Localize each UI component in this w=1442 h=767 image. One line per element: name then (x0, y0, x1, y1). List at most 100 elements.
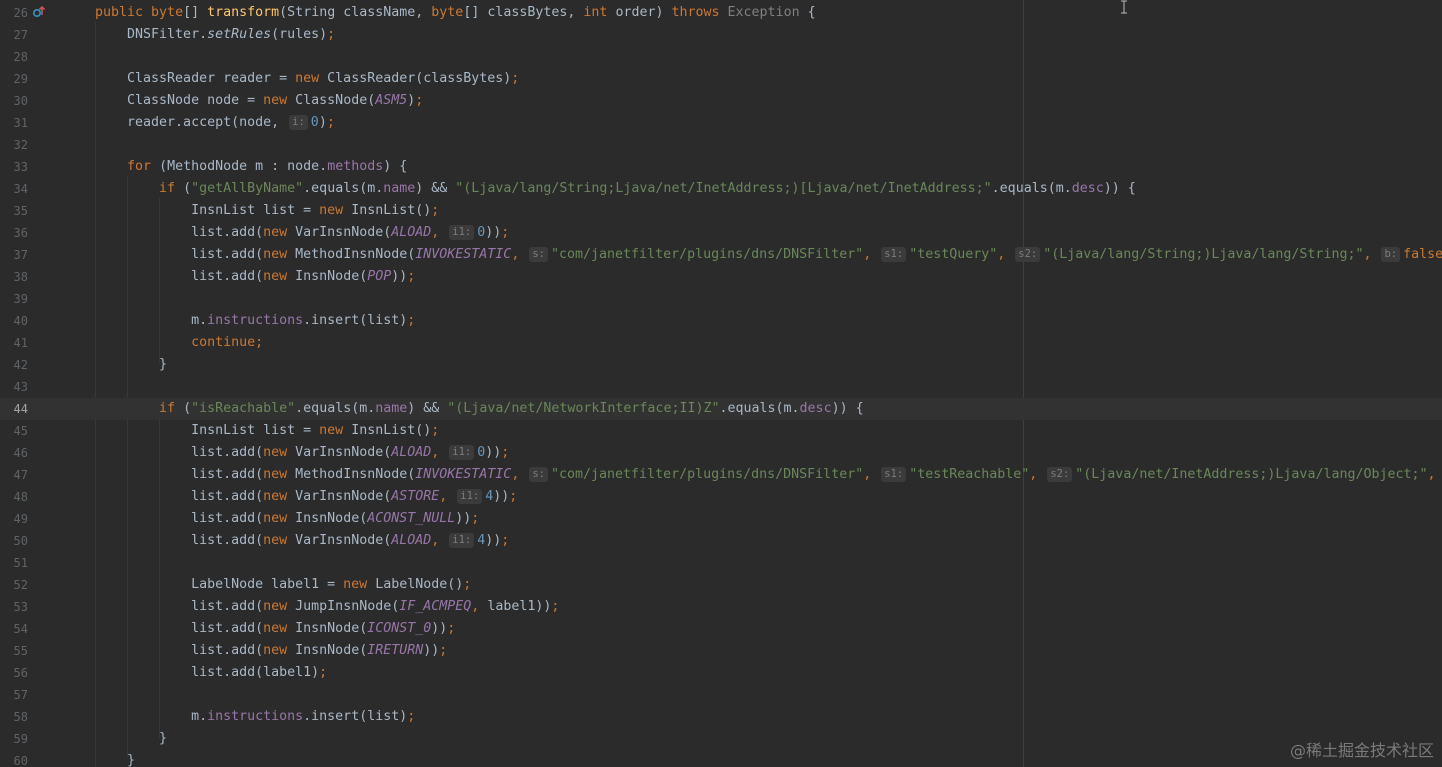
code-text[interactable]: m.instructions.insert(list); (95, 310, 415, 332)
code-line[interactable]: 33 for (MethodNode m : node.methods) { (0, 156, 1442, 178)
code-line[interactable]: 39 (0, 288, 1442, 310)
code-line[interactable]: 29 ClassReader reader = new ClassReader(… (0, 68, 1442, 90)
code-line[interactable]: 32 (0, 134, 1442, 156)
code-line[interactable]: 26 public byte[] transform(String classNa… (0, 2, 1442, 24)
line-number[interactable]: 41 (0, 332, 28, 354)
code-text[interactable]: list.add(new VarInsnNode(ALOAD, i1: 0)); (95, 222, 509, 244)
code-line[interactable]: 38 list.add(new InsnNode(POP)); (0, 266, 1442, 288)
code-line[interactable]: 35 InsnList list = new InsnList(); (0, 200, 1442, 222)
code-line[interactable]: 34 if ("getAllByName".equals(m.name) && … (0, 178, 1442, 200)
line-number[interactable]: 26 (0, 2, 28, 24)
code-text[interactable]: } (95, 354, 167, 376)
code-line[interactable]: 51 (0, 552, 1442, 574)
line-number[interactable]: 38 (0, 266, 28, 288)
code-line[interactable]: 46 list.add(new VarInsnNode(ALOAD, i1: 0)… (0, 442, 1442, 464)
code-line[interactable]: 28 (0, 46, 1442, 68)
line-number[interactable]: 28 (0, 46, 28, 68)
code-text[interactable]: if ("isReachable".equals(m.name) && "(Lj… (95, 398, 864, 420)
code-line[interactable]: 27 DNSFilter.setRules(rules); (0, 24, 1442, 46)
code-line[interactable]: 44 if ("isReachable".equals(m.name) && "… (0, 398, 1442, 420)
code-line[interactable]: 31 reader.accept(node, i: 0); (0, 112, 1442, 134)
code-line[interactable]: 50 list.add(new VarInsnNode(ALOAD, i1: 4)… (0, 530, 1442, 552)
code-line[interactable]: 43 (0, 376, 1442, 398)
line-number[interactable]: 34 (0, 178, 28, 200)
implements-override-icon[interactable] (32, 5, 46, 19)
code-text[interactable]: public byte[] transform(String className… (95, 2, 816, 24)
line-number[interactable]: 53 (0, 596, 28, 618)
code-text[interactable]: InsnList list = new InsnList(); (95, 200, 439, 222)
line-number[interactable]: 45 (0, 420, 28, 442)
line-number[interactable]: 52 (0, 574, 28, 596)
code-line[interactable]: 54 list.add(new InsnNode(ICONST_0)); (0, 618, 1442, 640)
line-number[interactable]: 56 (0, 662, 28, 684)
code-line[interactable]: 45 InsnList list = new InsnList(); (0, 420, 1442, 442)
code-text[interactable]: DNSFilter.setRules(rules); (95, 24, 335, 46)
line-number[interactable]: 54 (0, 618, 28, 640)
code-line[interactable]: 48 list.add(new VarInsnNode(ASTORE, i1: 4… (0, 486, 1442, 508)
code-line[interactable]: 40 m.instructions.insert(list); (0, 310, 1442, 332)
line-number[interactable]: 57 (0, 684, 28, 706)
code-text[interactable]: m.instructions.insert(list); (95, 706, 415, 728)
line-number[interactable]: 44 (0, 398, 28, 420)
line-number[interactable]: 40 (0, 310, 28, 332)
code-line[interactable]: 42 } (0, 354, 1442, 376)
code-text[interactable]: list.add(new InsnNode(ICONST_0)); (95, 618, 455, 640)
code-text[interactable]: } (95, 728, 167, 750)
code-editor[interactable]: 26 public byte[] transform(String classNa… (0, 0, 1442, 767)
code-line[interactable]: 36 list.add(new VarInsnNode(ALOAD, i1: 0)… (0, 222, 1442, 244)
line-number[interactable]: 30 (0, 90, 28, 112)
code-text[interactable]: ClassNode node = new ClassNode(ASM5); (95, 90, 423, 112)
code-line[interactable]: 52 LabelNode label1 = new LabelNode(); (0, 574, 1442, 596)
line-number[interactable]: 43 (0, 376, 28, 398)
code-text[interactable]: LabelNode label1 = new LabelNode(); (95, 574, 471, 596)
line-number[interactable]: 47 (0, 464, 28, 486)
line-number[interactable]: 31 (0, 112, 28, 134)
line-number[interactable]: 29 (0, 68, 28, 90)
line-number[interactable]: 35 (0, 200, 28, 222)
code-text[interactable]: list.add(new MethodInsnNode(INVOKESTATIC… (95, 464, 1436, 486)
code-line[interactable]: 56 list.add(label1); (0, 662, 1442, 684)
code-text[interactable]: list.add(new InsnNode(ACONST_NULL)); (95, 508, 479, 530)
code-line[interactable]: 60 } (0, 750, 1442, 767)
line-number[interactable]: 39 (0, 288, 28, 310)
code-line[interactable]: 41 continue; (0, 332, 1442, 354)
line-number[interactable]: 50 (0, 530, 28, 552)
code-line[interactable]: 30 ClassNode node = new ClassNode(ASM5); (0, 90, 1442, 112)
code-text[interactable]: list.add(new MethodInsnNode(INVOKESTATIC… (95, 244, 1442, 266)
code-text[interactable]: list.add(label1); (95, 662, 327, 684)
code-text[interactable]: list.add(new InsnNode(POP)); (95, 266, 415, 288)
code-text[interactable]: list.add(new InsnNode(IRETURN)); (95, 640, 447, 662)
code-text[interactable]: reader.accept(node, i: 0); (95, 112, 335, 134)
code-line[interactable]: 49 list.add(new InsnNode(ACONST_NULL)); (0, 508, 1442, 530)
code-text[interactable]: ClassReader reader = new ClassReader(cla… (95, 68, 519, 90)
line-number[interactable]: 27 (0, 24, 28, 46)
line-number[interactable]: 33 (0, 156, 28, 178)
code-line[interactable]: 57 (0, 684, 1442, 706)
line-number[interactable]: 49 (0, 508, 28, 530)
code-line[interactable]: 58 m.instructions.insert(list); (0, 706, 1442, 728)
code-text[interactable]: if ("getAllByName".equals(m.name) && "(L… (95, 178, 1136, 200)
code-line[interactable]: 59 } (0, 728, 1442, 750)
line-number[interactable]: 46 (0, 442, 28, 464)
line-number[interactable]: 37 (0, 244, 28, 266)
line-number[interactable]: 48 (0, 486, 28, 508)
code-text[interactable]: list.add(new VarInsnNode(ALOAD, i1: 0)); (95, 442, 509, 464)
code-text[interactable]: InsnList list = new InsnList(); (95, 420, 439, 442)
line-number[interactable]: 42 (0, 354, 28, 376)
code-text[interactable]: list.add(new VarInsnNode(ASTORE, i1: 4)); (95, 486, 517, 508)
code-line[interactable]: 37 list.add(new MethodInsnNode(INVOKESTA… (0, 244, 1442, 266)
code-text[interactable]: for (MethodNode m : node.methods) { (95, 156, 407, 178)
line-number[interactable]: 60 (0, 750, 28, 767)
line-number[interactable]: 59 (0, 728, 28, 750)
code-text[interactable]: } (95, 750, 135, 767)
code-line[interactable]: 55 list.add(new InsnNode(IRETURN)); (0, 640, 1442, 662)
line-number[interactable]: 58 (0, 706, 28, 728)
code-line[interactable]: 53 list.add(new JumpInsnNode(IF_ACMPEQ, … (0, 596, 1442, 618)
code-text[interactable]: list.add(new JumpInsnNode(IF_ACMPEQ, lab… (95, 596, 559, 618)
code-text[interactable]: continue; (95, 332, 263, 354)
line-number[interactable]: 55 (0, 640, 28, 662)
line-number[interactable]: 36 (0, 222, 28, 244)
code-line[interactable]: 47 list.add(new MethodInsnNode(INVOKESTA… (0, 464, 1442, 486)
code-text[interactable]: list.add(new VarInsnNode(ALOAD, i1: 4)); (95, 530, 509, 552)
line-number[interactable]: 32 (0, 134, 28, 156)
